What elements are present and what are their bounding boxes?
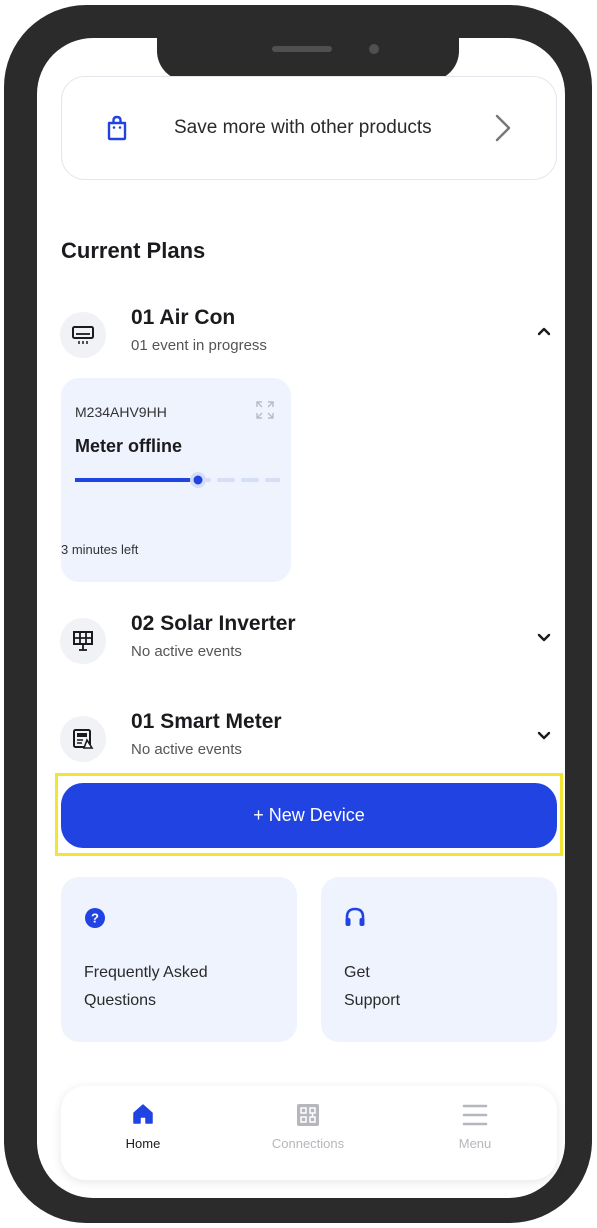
plan-icon-container: [60, 618, 106, 664]
headset-icon: [345, 907, 365, 926]
nav-item-menu[interactable]: Menu: [415, 1086, 535, 1180]
faq-label-line2: Questions: [84, 992, 157, 1009]
speaker-grille: [272, 46, 332, 52]
device-id: M234AHV9HH: [75, 404, 167, 420]
chevron-down-icon[interactable]: [537, 730, 551, 740]
menu-icon: [462, 1104, 488, 1126]
support-label-line2: Support: [344, 992, 401, 1009]
smart-meter-icon: [73, 729, 94, 749]
plan-subtitle: No active events: [131, 741, 242, 758]
connections-icon: [297, 1104, 319, 1126]
nav-label-home: Home: [125, 1136, 161, 1151]
plan-subtitle: No active events: [131, 643, 242, 660]
phone-notch: [157, 33, 459, 81]
plan-title: 01 Smart Meter: [131, 710, 282, 733]
plan-row-solar-inverter[interactable]: 02 Solar Inverter No active events: [60, 612, 557, 674]
device-progress-bar: [75, 472, 280, 488]
nav-item-connections[interactable]: Connections: [248, 1086, 368, 1180]
nav-item-home[interactable]: Home: [83, 1086, 203, 1180]
bottom-navigation: Home Connections Menu: [61, 1086, 557, 1180]
time-left: 3 minutes left: [61, 542, 139, 557]
plan-subtitle: 01 event in progress: [131, 337, 267, 354]
support-card[interactable]: Get Support: [321, 877, 557, 1042]
plan-icon-container: [60, 716, 106, 762]
chevron-up-icon[interactable]: [537, 326, 551, 336]
faq-label-line1: Frequently Asked: [84, 964, 208, 981]
promo-text: Save more with other products: [174, 117, 432, 138]
expand-icon[interactable]: [255, 400, 275, 420]
question-icon: ?: [85, 908, 105, 928]
svg-text:?: ?: [91, 911, 99, 926]
plan-title: 01 Air Con: [131, 306, 236, 329]
section-title: Current Plans: [61, 238, 206, 263]
plan-title: 02 Solar Inverter: [131, 612, 296, 635]
promo-banner[interactable]: Save more with other products: [61, 76, 557, 180]
chevron-right-icon[interactable]: [494, 113, 512, 143]
chevron-down-icon[interactable]: [537, 632, 551, 642]
shopping-bag-icon: [107, 115, 127, 141]
nav-label-connections: Connections: [271, 1136, 345, 1151]
faq-card[interactable]: ? Frequently Asked Questions: [61, 877, 297, 1042]
new-device-button[interactable]: + New Device: [61, 783, 557, 848]
plan-icon-container: [60, 312, 106, 358]
air-conditioner-icon: [72, 326, 94, 344]
home-icon: [133, 1104, 153, 1124]
support-label-line1: Get: [344, 964, 370, 981]
plan-row-air-con[interactable]: 01 Air Con 01 event in progress: [60, 306, 557, 368]
front-camera: [369, 44, 379, 54]
device-status: Meter offline: [75, 436, 183, 456]
progress-thumb: [193, 475, 203, 485]
nav-label-menu: Menu: [458, 1136, 492, 1151]
solar-panel-icon: [73, 631, 93, 651]
device-card[interactable]: M234AHV9HH Meter offline 3 minutes left: [61, 378, 291, 582]
plan-row-smart-meter[interactable]: 01 Smart Meter No active events: [60, 710, 557, 772]
